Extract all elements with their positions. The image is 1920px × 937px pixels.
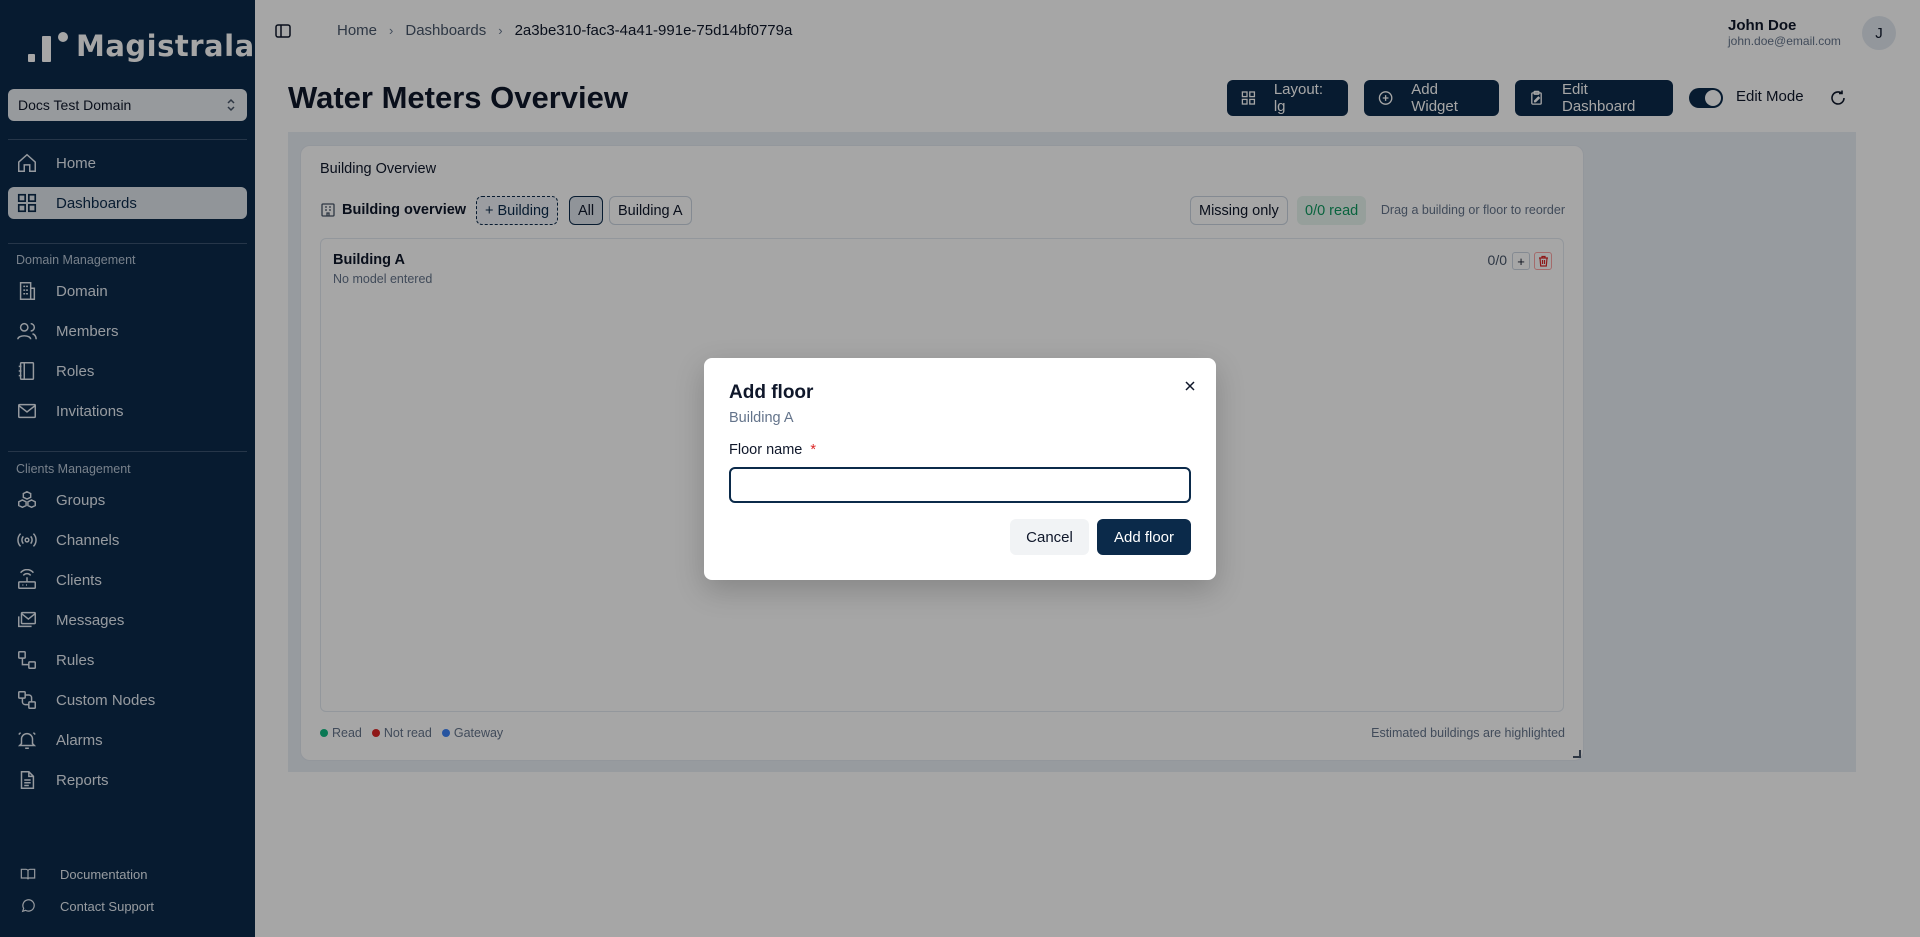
required-mark: * — [810, 442, 816, 458]
floor-name-input[interactable] — [729, 467, 1191, 503]
add-floor-dialog: Add floor Building A Floor name * Cancel … — [704, 358, 1216, 580]
add-floor-button[interactable]: Add floor — [1097, 519, 1191, 555]
cancel-button[interactable]: Cancel — [1010, 519, 1089, 555]
floor-name-label: Floor name * — [729, 442, 816, 458]
dialog-title: Add floor — [729, 382, 814, 403]
close-icon[interactable] — [1182, 378, 1198, 394]
dialog-subtitle: Building A — [729, 410, 794, 426]
